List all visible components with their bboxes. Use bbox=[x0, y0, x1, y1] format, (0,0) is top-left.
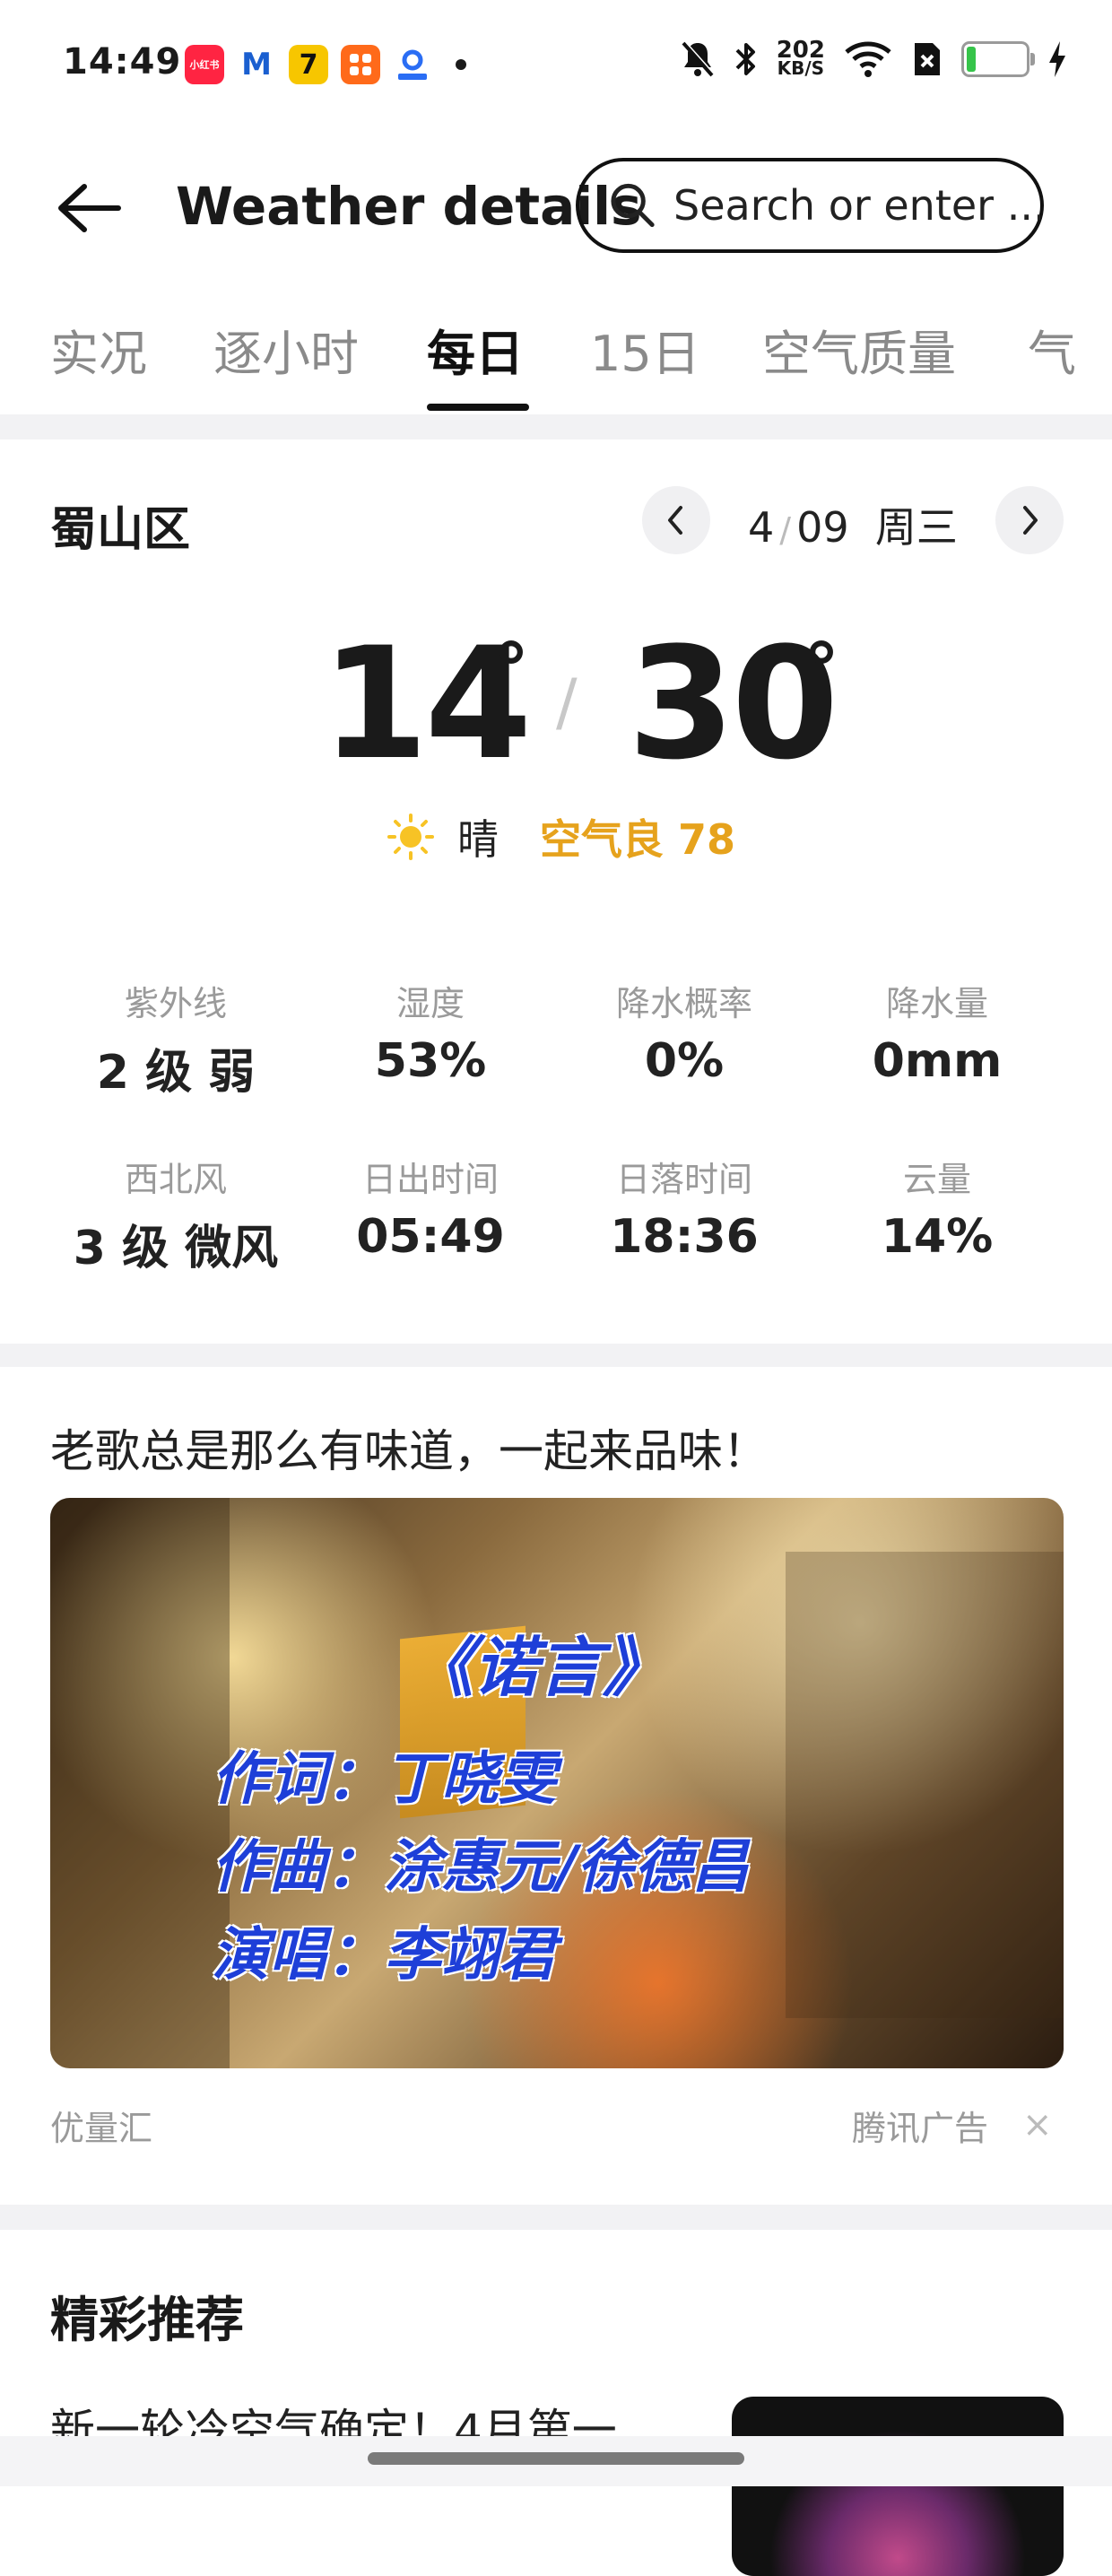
metric-precip-amount: 降水量 0mm bbox=[807, 976, 1067, 1088]
metric-value: 14% bbox=[881, 1210, 994, 1264]
date-weekday: 周三 bbox=[874, 503, 958, 552]
metric-label: 紫外线 bbox=[124, 984, 227, 1023]
tab-hourly[interactable]: 逐小时 bbox=[213, 314, 359, 385]
xiaohongshu-icon: 小红书 bbox=[185, 45, 224, 84]
metric-value: 18:36 bbox=[610, 1210, 759, 1264]
section-divider bbox=[0, 2205, 1112, 2230]
mute-bell-icon bbox=[682, 40, 715, 77]
charging-bolt-icon bbox=[1049, 41, 1065, 77]
metric-label: 西北风 bbox=[124, 1160, 227, 1199]
lyric-song-title: 《诺言》 bbox=[409, 1629, 668, 1705]
metric-value: 05:49 bbox=[356, 1210, 505, 1264]
ad-provider: 腾讯广告 bbox=[852, 2109, 989, 2148]
metric-wind: 西北风 3 级 微风 bbox=[46, 1152, 306, 1277]
metric-sunrise: 日出时间 05:49 bbox=[300, 1152, 560, 1264]
search-input[interactable]: Search or enter ... bbox=[576, 158, 1044, 253]
metric-label: 降水量 bbox=[885, 984, 988, 1023]
air-quality-badge[interactable]: 空气良 78 bbox=[540, 807, 735, 866]
metric-label: 降水概率 bbox=[615, 984, 752, 1023]
next-day-button[interactable] bbox=[995, 486, 1064, 554]
net-speed-unit: KB/S bbox=[777, 57, 825, 79]
tab-live[interactable]: 实况 bbox=[50, 314, 147, 385]
page-title: Weather details bbox=[176, 176, 642, 237]
metric-label: 日出时间 bbox=[361, 1160, 499, 1199]
net-speed-value: 202 bbox=[776, 37, 825, 64]
tab-daily[interactable]: 每日 bbox=[427, 314, 524, 385]
bluetooth-icon bbox=[735, 43, 755, 75]
no-sim-icon bbox=[915, 43, 940, 75]
recommend-article-thumbnail[interactable] bbox=[732, 2397, 1064, 2576]
metric-label: 湿度 bbox=[395, 984, 465, 1023]
metric-value: 3 级 微风 bbox=[73, 1222, 279, 1275]
chevron-right-icon bbox=[1023, 506, 1038, 535]
search-icon bbox=[611, 183, 655, 228]
ad-close-button[interactable]: × bbox=[1022, 2104, 1053, 2145]
grid-app-icon bbox=[341, 45, 380, 84]
status-time: 14:49 bbox=[63, 41, 182, 83]
metric-label: 云量 bbox=[902, 1160, 971, 1199]
tab-bar: 实况 逐小时 每日 15日 空气质量 气 bbox=[0, 303, 1112, 414]
notification-icons: 小红书 M 7 bbox=[185, 45, 466, 84]
metric-value: 2 级 弱 bbox=[96, 1046, 256, 1100]
search-placeholder: Search or enter ... bbox=[673, 181, 1040, 230]
metric-value: 53% bbox=[374, 1034, 487, 1088]
metric-uv: 紫外线 2 级 弱 bbox=[46, 976, 306, 1101]
temperature-range: 14 ° / 30 ° bbox=[0, 619, 1112, 789]
lyric-singer: 演唱：李翊君 bbox=[212, 1921, 556, 1989]
lyric-lyricist: 作词：丁晓雯 bbox=[212, 1745, 556, 1813]
chevron-left-icon bbox=[668, 506, 682, 535]
back-button[interactable] bbox=[50, 170, 126, 246]
metric-sunset: 日落时间 18:36 bbox=[554, 1152, 814, 1264]
prev-day-button[interactable] bbox=[642, 486, 710, 554]
ad-source: 优量汇 bbox=[50, 2109, 153, 2148]
back-arrow-icon bbox=[58, 184, 121, 232]
tab-15-day[interactable]: 15日 bbox=[590, 314, 700, 385]
date-display: 4/09 周三 bbox=[748, 495, 958, 554]
tab-air-quality[interactable]: 空气质量 bbox=[762, 314, 956, 385]
system-icons: 202 KB/S 7 bbox=[680, 39, 1067, 79]
metric-cloud-cover: 云量 14% bbox=[807, 1152, 1067, 1264]
date-month: 4 bbox=[748, 503, 775, 552]
ad-video-thumbnail[interactable]: 《诺言》 作词：丁晓雯 作曲：涂惠元/徐德昌 演唱：李翊君 bbox=[50, 1498, 1064, 2068]
net-speed: 202 KB/S bbox=[776, 37, 825, 79]
recommend-heading: 精彩推荐 bbox=[50, 2292, 244, 2348]
ad-title[interactable]: 老歌总是那么有味道，一起来品味！ bbox=[50, 1415, 768, 1480]
metric-value: 0mm bbox=[872, 1034, 1003, 1088]
metric-humidity: 湿度 53% bbox=[300, 976, 560, 1088]
temp-high-degree: ° bbox=[804, 628, 839, 711]
status-bar: 14:49 小红书 M 7 202 KB/S 7 bbox=[0, 0, 1112, 135]
battery-indicator: 7 bbox=[961, 41, 1035, 77]
ad-image-building bbox=[786, 1552, 1064, 2018]
tab-active-indicator bbox=[427, 404, 529, 411]
section-divider bbox=[0, 1344, 1112, 1367]
sunny-icon bbox=[387, 814, 434, 860]
metric-label: 日落时间 bbox=[615, 1160, 752, 1199]
tab-more[interactable]: 气 bbox=[1028, 314, 1076, 385]
home-indicator[interactable] bbox=[368, 2452, 744, 2465]
app-7-icon: 7 bbox=[289, 45, 328, 84]
metric-precip-probability: 降水概率 0% bbox=[554, 976, 814, 1088]
district-name: 蜀山区 bbox=[50, 503, 191, 557]
more-notifications-dot bbox=[456, 59, 466, 70]
metric-value: 0% bbox=[644, 1034, 725, 1088]
date-separator: / bbox=[779, 510, 792, 550]
temp-low-degree: ° bbox=[493, 628, 529, 711]
ad-image-building bbox=[50, 1498, 230, 2068]
battery-level: 7 bbox=[986, 46, 1004, 73]
lyric-composer: 作曲：涂惠元/徐德昌 bbox=[212, 1833, 750, 1901]
blue-app-icon bbox=[393, 45, 432, 84]
temp-separator: / bbox=[556, 666, 578, 739]
date-day: 09 bbox=[796, 503, 849, 552]
weather-condition: 晴 空气良 78 bbox=[386, 807, 735, 866]
condition-text: 晴 bbox=[457, 815, 499, 864]
section-divider bbox=[0, 414, 1112, 439]
wifi-icon bbox=[845, 41, 891, 77]
m-app-icon: M bbox=[237, 45, 276, 84]
